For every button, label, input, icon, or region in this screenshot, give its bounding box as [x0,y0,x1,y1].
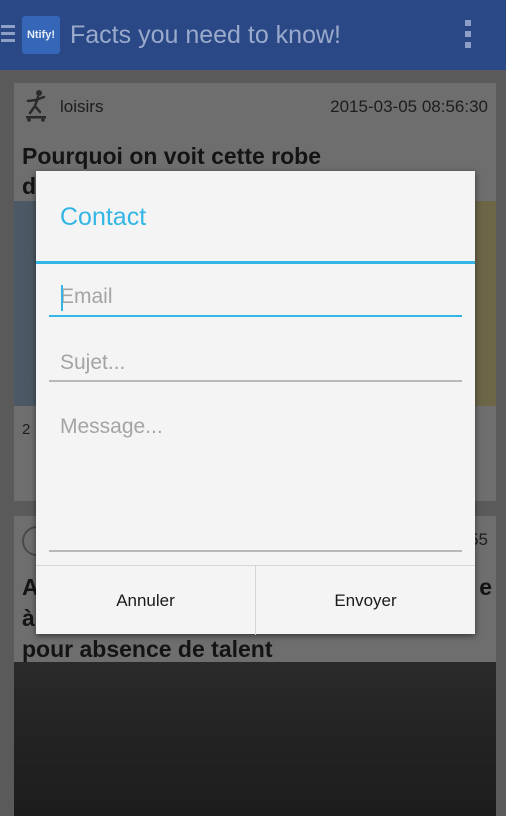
email-field-underline [49,315,462,317]
card-date: 2015-03-05 08:56:30 [330,97,488,116]
text-cursor [61,285,63,311]
card-title-fragment: e [479,574,492,600]
card-count: 2 [22,421,31,438]
card-image [14,662,496,816]
menu-icon[interactable] [1,25,15,45]
dialog-button-row: Annuler Envoyer [36,565,475,635]
send-button[interactable]: Envoyer [255,566,475,635]
card-title-line: pour absence de talent [22,636,273,662]
subject-field[interactable] [49,345,462,381]
card-category: loisirs [60,97,104,116]
message-field[interactable] [49,411,462,547]
email-field[interactable] [49,279,462,315]
cancel-button[interactable]: Annuler [36,566,255,635]
skateboarder-icon [26,90,46,122]
card-title-line: Pourquoi on voit cette robe [22,143,322,169]
overflow-menu-icon[interactable] [465,20,473,52]
app-logo[interactable]: Ntify! [22,16,60,54]
message-field-underline [49,550,462,552]
subject-field-underline [49,380,462,382]
dialog-divider [36,261,475,264]
dialog-title: Contact [60,203,147,231]
action-bar: Ntify! Facts you need to know! [0,0,506,70]
contact-dialog: Contact Annuler Envoyer [36,171,475,635]
app-title: Facts you need to know! [70,21,341,49]
